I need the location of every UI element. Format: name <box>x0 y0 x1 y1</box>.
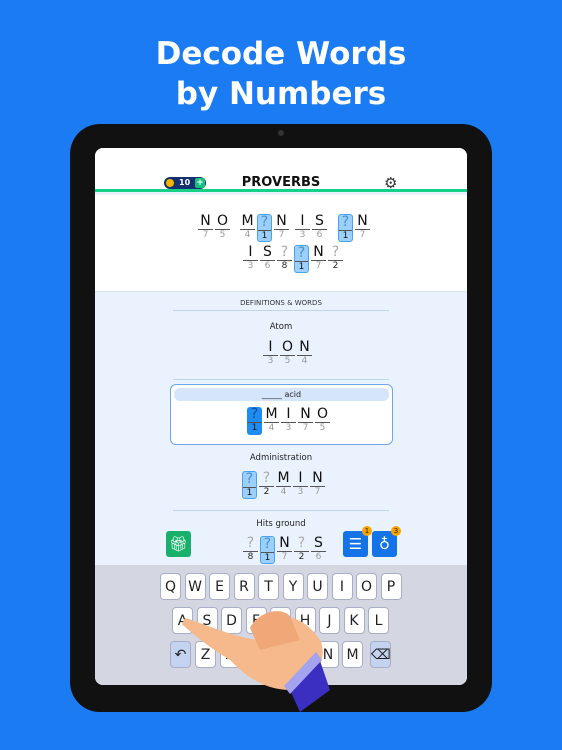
pointing-hand-illustration <box>182 611 330 712</box>
